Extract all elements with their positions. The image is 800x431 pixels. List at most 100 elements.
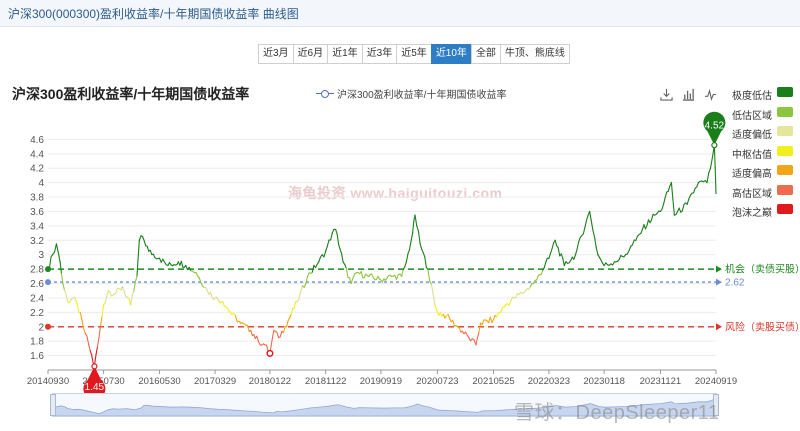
y-tick-label: 2.6 [30, 279, 44, 290]
series-line-segment [82, 326, 86, 334]
series-line-segment [55, 243, 59, 254]
series-point [331, 232, 333, 234]
series-point [401, 275, 403, 277]
slider-handle-left[interactable] [50, 394, 56, 416]
series-point [148, 250, 150, 252]
series-line-segment [146, 245, 150, 252]
series-point [98, 336, 100, 339]
x-tick-label: 20210525 [472, 376, 514, 387]
series-line-segment [706, 172, 710, 184]
series-line-segment [99, 315, 103, 327]
series-line-segment [432, 294, 436, 306]
series-line-segment [336, 233, 340, 245]
series-point [195, 272, 197, 274]
series-line-segment [434, 304, 437, 310]
series-line-segment [536, 275, 539, 281]
series-line-segment [115, 287, 118, 294]
author-watermark: 雪球：DeepSleeper11 [514, 402, 720, 424]
series-line-segment [414, 214, 418, 227]
reference-line-start-dot [45, 279, 51, 286]
series-line-segment [407, 249, 411, 255]
marker-point [266, 349, 274, 357]
series-line-segment [293, 300, 297, 310]
series-line-segment [209, 291, 213, 298]
series-line-segment [713, 144, 716, 169]
reference-line-arrow [716, 265, 722, 273]
value-pin-label: 1.45 [85, 382, 105, 393]
series-point [334, 228, 337, 231]
series-line-segment [339, 248, 343, 255]
series-point [574, 254, 577, 256]
series-point [554, 239, 556, 241]
series-point [468, 336, 470, 339]
series-line-segment [86, 335, 90, 346]
series-line-segment [344, 263, 347, 269]
series-line-segment [635, 235, 639, 241]
value-pin-label: 4.52 [705, 121, 725, 132]
series-point [697, 182, 699, 184]
series-line-segment [412, 220, 415, 234]
series-point [427, 268, 429, 270]
series-line-segment [188, 266, 192, 272]
series-line-segment [422, 252, 426, 258]
series-line-segment [663, 197, 666, 205]
series-line-segment [130, 294, 133, 306]
series-line-segment [282, 326, 286, 333]
series-line-segment [500, 306, 504, 313]
series-point [513, 297, 515, 299]
marker-point [91, 363, 98, 370]
series-point [563, 264, 565, 267]
series-point [47, 268, 49, 270]
series-point [72, 297, 74, 299]
x-tick-label: 20190919 [360, 376, 402, 387]
series-line-segment [326, 239, 330, 247]
series-line-segment [256, 335, 259, 342]
y-tick-label: 1.8 [30, 337, 44, 348]
series-line-segment [331, 228, 335, 234]
series-point [548, 257, 550, 259]
series-line-segment [57, 251, 61, 263]
series-point [414, 214, 416, 216]
series-line-segment [421, 248, 424, 254]
series-line-segment [401, 269, 404, 277]
series-line-segment [589, 210, 592, 222]
series-line-segment [395, 274, 399, 280]
series-line-segment [476, 331, 480, 339]
series-point [380, 279, 382, 281]
marker-point [711, 142, 718, 149]
series-line-segment [330, 232, 333, 241]
series-line-segment [121, 286, 125, 292]
series-point [55, 243, 58, 245]
series-line-segment [515, 293, 518, 299]
series-line-segment [417, 230, 421, 245]
series-line-segment [89, 350, 93, 356]
series-point [524, 290, 527, 292]
series-point [239, 322, 242, 324]
reference-line-label: 机会（卖债买股） [725, 263, 800, 276]
x-tick-label: 20160530 [138, 376, 180, 387]
series-line-segment [481, 319, 485, 326]
series-line-segment [430, 283, 434, 296]
series-line-segment [709, 156, 713, 169]
reference-line-start-dot [45, 323, 51, 330]
series-line-segment [458, 327, 462, 333]
series-point [107, 290, 109, 292]
y-tick-label: 4 [38, 178, 44, 189]
series-point [390, 275, 392, 277]
series-line-segment [543, 261, 547, 268]
series-point [214, 297, 216, 299]
y-tick-label: 1.6 [30, 351, 44, 362]
series-line-segment [584, 219, 588, 229]
series-point [51, 254, 54, 256]
series-line-segment [563, 261, 567, 267]
series-line-segment [48, 256, 52, 269]
y-tick-label: 4.2 [30, 164, 44, 175]
series-line-segment [578, 237, 581, 243]
x-tick-label: 20231121 [640, 376, 682, 387]
x-tick-label: 20181122 [305, 376, 347, 387]
series-point [250, 329, 252, 331]
reference-line-label: 风险（卖股买债） [725, 320, 800, 333]
x-tick-label: 20230118 [583, 376, 625, 387]
series-line-segment [350, 277, 354, 285]
series-line-segment [628, 245, 632, 252]
